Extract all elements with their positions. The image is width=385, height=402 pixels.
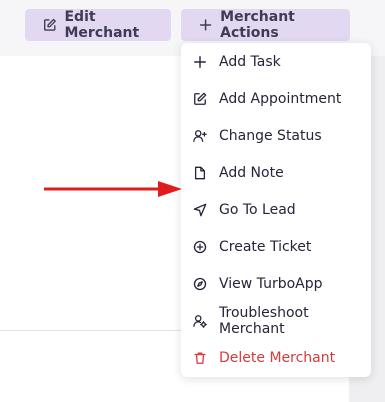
menu-item-label: Go To Lead (219, 201, 296, 218)
menu-item-delete-merchant[interactable]: Delete Merchant (181, 339, 371, 376)
menu-item-create-ticket[interactable]: Create Ticket (181, 228, 371, 265)
menu-item-label: View TurboApp (219, 275, 323, 292)
merchant-actions-menu: Add Task Add Appointment Change Status A… (181, 43, 371, 377)
edit-icon (194, 92, 207, 105)
menu-item-troubleshoot-merchant[interactable]: Troubleshoot Merchant (181, 302, 371, 339)
user-gear-icon (193, 314, 207, 328)
merchant-actions-label: Merchant Actions (220, 9, 295, 41)
edit-merchant-button[interactable]: Edit Merchant (25, 9, 171, 41)
edit-merchant-label: Edit Merchant (64, 9, 140, 41)
menu-item-label: Add Note (219, 164, 284, 181)
menu-item-go-to-lead[interactable]: Go To Lead (181, 191, 371, 228)
edit-icon (44, 18, 56, 31)
menu-item-label: Add Task (219, 53, 281, 70)
menu-item-label: Delete Merchant (219, 349, 336, 366)
menu-item-change-status[interactable]: Change Status (181, 117, 371, 154)
plus-icon (194, 55, 206, 68)
user-plus-icon (193, 129, 207, 142)
menu-item-label: Troubleshoot Merchant (219, 304, 309, 337)
red-arrow-annotation (44, 181, 182, 197)
merchant-actions-button[interactable]: Merchant Actions (181, 9, 350, 41)
menu-item-add-appointment[interactable]: Add Appointment (181, 80, 371, 117)
menu-item-add-note[interactable]: Add Note (181, 154, 371, 191)
menu-item-label: Change Status (219, 127, 322, 144)
menu-item-add-task[interactable]: Add Task (181, 43, 371, 80)
file-icon (194, 166, 206, 179)
navigation-icon (193, 203, 207, 216)
menu-item-view-turboapp[interactable]: View TurboApp (181, 265, 371, 302)
menu-item-label: Add Appointment (219, 90, 342, 107)
trash-icon (194, 352, 206, 364)
menu-item-label: Create Ticket (219, 238, 312, 255)
compass-icon (193, 277, 207, 290)
plus-icon (199, 19, 212, 31)
plus-circle-icon (193, 240, 207, 253)
